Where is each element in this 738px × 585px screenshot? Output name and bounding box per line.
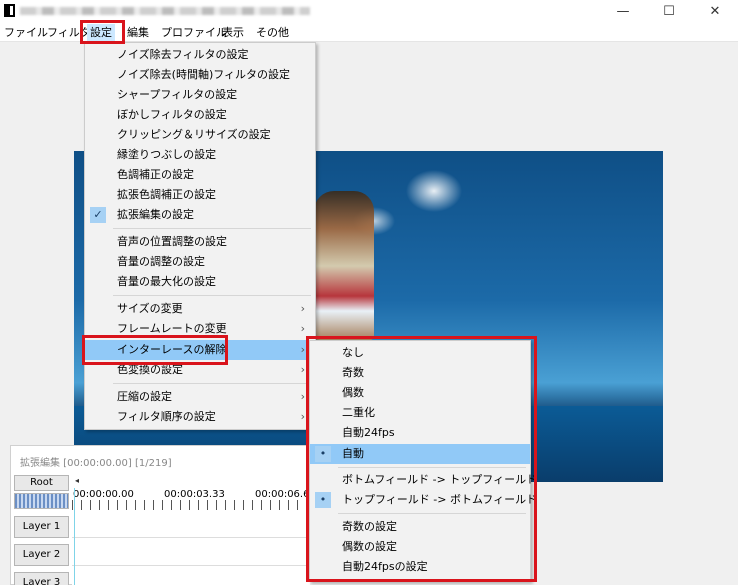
timeline-time-0: 00:00:00.00: [73, 489, 134, 500]
close-icon: ✕: [709, 3, 721, 19]
menu-edit[interactable]: 編集: [127, 24, 149, 41]
annotation-box-deinterlace: [82, 335, 228, 365]
timeline-time-1: 00:00:03.33: [164, 489, 225, 500]
minimize-icon: —: [616, 3, 630, 19]
menu-item-blur-filter[interactable]: ぼかしフィルタの設定: [85, 105, 315, 125]
menu-item-filter-order[interactable]: フィルタ順序の設定 ›: [85, 407, 315, 427]
layer-1-header[interactable]: Layer 1: [14, 516, 69, 538]
menu-file[interactable]: ファイル: [4, 24, 48, 41]
maximize-button[interactable]: ☐: [646, 0, 692, 22]
app-icon: [4, 4, 15, 17]
menu-item-compression[interactable]: 圧縮の設定 ›: [85, 387, 315, 407]
settings-menu: ノイズ除去フィルタの設定 ノイズ除去(時間軸)フィルタの設定 シャープフィルタの…: [84, 42, 316, 430]
menu-separator: [113, 228, 311, 229]
menu-other[interactable]: その他: [256, 24, 289, 41]
close-button[interactable]: ✕: [692, 0, 738, 22]
submenu-arrow-icon: ›: [300, 390, 305, 403]
layer-1-track[interactable]: [72, 516, 310, 538]
submenu-arrow-icon: ›: [300, 343, 305, 356]
video-person-image: [314, 191, 374, 341]
title-bar: — ☐ ✕: [0, 0, 738, 22]
check-icon: ✓: [90, 207, 106, 223]
layer-2-header[interactable]: Layer 2: [14, 544, 69, 566]
timeline-title: 拡張編集 [00:00:00.00] [1/219]: [20, 458, 172, 469]
menu-item-volume-max[interactable]: 音量の最大化の設定: [85, 272, 315, 292]
layer-3-header[interactable]: Layer 3: [14, 572, 69, 585]
submenu-arrow-icon: ›: [300, 410, 305, 423]
minimize-button[interactable]: —: [600, 0, 646, 22]
window-title-redacted: [20, 7, 310, 15]
submenu-arrow-icon: ›: [300, 363, 305, 376]
menu-separator: [113, 295, 311, 296]
submenu-arrow-icon: ›: [300, 302, 305, 315]
timeline-ticks: [72, 500, 310, 510]
menu-item-ext-color-correction[interactable]: 拡張色調補正の設定: [85, 185, 315, 205]
maximize-icon: ☐: [663, 3, 675, 19]
menu-item-ext-edit[interactable]: ✓ 拡張編集の設定: [85, 205, 315, 225]
timeline-audio-wave: [14, 493, 69, 509]
menu-item-border-fill[interactable]: 縁塗りつぶしの設定: [85, 145, 315, 165]
timeline-scroll-left-icon[interactable]: ◂: [75, 476, 79, 485]
menu-item-resize[interactable]: サイズの変更 ›: [85, 299, 315, 319]
menu-profile[interactable]: プロファイル: [161, 24, 227, 41]
layer-2-track[interactable]: [72, 544, 310, 566]
annotation-box-submenu: [306, 336, 537, 582]
submenu-arrow-icon: ›: [300, 322, 305, 335]
timeline-playhead[interactable]: [74, 488, 75, 585]
menu-item-noise-filter[interactable]: ノイズ除去フィルタの設定: [85, 45, 315, 65]
menu-view[interactable]: 表示: [222, 24, 244, 41]
menu-item-noise-time-filter[interactable]: ノイズ除去(時間軸)フィルタの設定: [85, 65, 315, 85]
menu-item-audio-position[interactable]: 音声の位置調整の設定: [85, 232, 315, 252]
menu-item-clip-resize[interactable]: クリッピング＆リサイズの設定: [85, 125, 315, 145]
menu-item-color-correction[interactable]: 色調補正の設定: [85, 165, 315, 185]
menu-item-sharp-filter[interactable]: シャープフィルタの設定: [85, 85, 315, 105]
layer-3-track[interactable]: [72, 572, 310, 585]
annotation-box-settings: [80, 20, 125, 44]
menu-item-volume-adjust[interactable]: 音量の調整の設定: [85, 252, 315, 272]
timeline-root-button[interactable]: Root: [14, 475, 69, 491]
menu-separator: [113, 383, 311, 384]
